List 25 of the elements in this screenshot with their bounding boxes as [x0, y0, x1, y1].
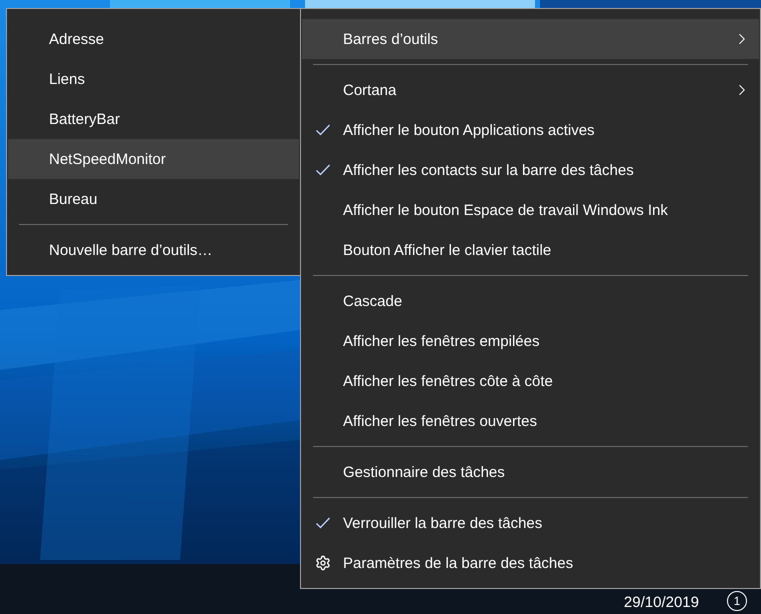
- menu-item[interactable]: Adresse: [8, 19, 299, 59]
- menu-item[interactable]: Nouvelle barre d’outils…: [8, 230, 299, 270]
- menu-item[interactable]: Gestionnaire des tâches: [302, 452, 759, 492]
- menu-item[interactable]: Cortana: [302, 70, 759, 110]
- menu-item[interactable]: Afficher les fenêtres ouvertes: [302, 401, 759, 441]
- menu-item[interactable]: Afficher le bouton Applications actives: [302, 110, 759, 150]
- menu-item[interactable]: BatteryBar: [8, 99, 299, 139]
- checkmark-icon: [315, 162, 331, 178]
- date-text: 29/10/2019: [624, 594, 699, 611]
- menu-item[interactable]: Paramètres de la barre des tâches: [302, 543, 759, 583]
- menu-item[interactable]: Cascade: [302, 281, 759, 321]
- settings-icon: [315, 555, 331, 571]
- checkmark-icon: [315, 122, 331, 138]
- menu-item[interactable]: Afficher les fenêtres empilées: [302, 321, 759, 361]
- menu-item[interactable]: NetSpeedMonitor: [8, 139, 299, 179]
- menu-item[interactable]: Bouton Afficher le clavier tactile: [302, 230, 759, 270]
- menu-item[interactable]: Afficher le bouton Espace de travail Windows Ink: [302, 190, 759, 230]
- menu-item[interactable]: Verrouiller la barre des tâches: [302, 503, 759, 543]
- menu-item[interactable]: Afficher les contacts sur la barre des tâches: [302, 150, 759, 190]
- menu-item[interactable]: Afficher les fenêtres côte à côte: [302, 361, 759, 401]
- menu-item[interactable]: Bureau: [8, 179, 299, 219]
- menu-item[interactable]: Liens: [8, 59, 299, 99]
- checkmark-icon: [315, 515, 331, 531]
- notification-count[interactable]: 1: [727, 591, 747, 611]
- menu-item[interactable]: Barres d’outils: [302, 19, 759, 59]
